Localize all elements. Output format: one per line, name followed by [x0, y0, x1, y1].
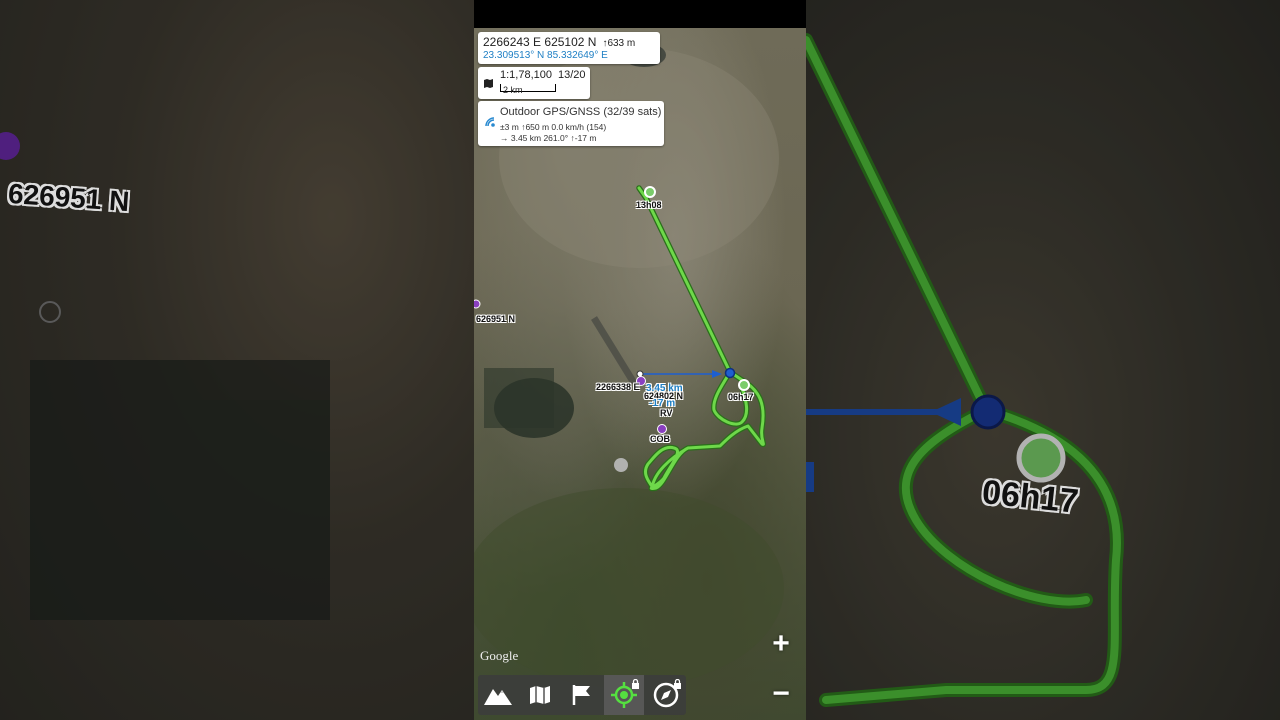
coordinates-panel[interactable]: 2266243 E 625102 N ↑633 m 23.309513° N 85… [478, 32, 660, 64]
gps-target-line: → 3.45 km 261.0° ↑-17 m [500, 133, 597, 143]
poi-rv-label: RV [660, 408, 673, 418]
zoom-out-button[interactable]: − [764, 679, 798, 709]
cursor-crosshair [636, 370, 644, 378]
scale-panel[interactable]: 1:1,78,100 13/20 2 km [478, 67, 590, 99]
flag-icon [572, 685, 590, 705]
gps-title: Outdoor GPS/GNSS (32/39 sats) [500, 106, 662, 118]
lock-icon [673, 676, 682, 694]
waypoint-north-label: 626951 N [476, 314, 516, 324]
gps-status-panel[interactable]: Outdoor GPS/GNSS (32/39 sats) ±3 m ↑650 … [478, 101, 664, 146]
zoom-level: 13/20 [558, 69, 586, 81]
map-scale-icon [483, 76, 494, 94]
distance-label: 3.45 km [646, 383, 683, 394]
current-position-marker [724, 367, 736, 379]
track-end-marker[interactable] [738, 379, 750, 391]
terrain-icon [484, 689, 512, 705]
cursor-east-label: 2266338 E [596, 382, 640, 392]
google-attribution: Google [480, 648, 519, 663]
terrain-button[interactable] [478, 675, 518, 715]
altitude-value: ↑633 m [602, 38, 636, 49]
track-end-time-label: 06h17 [728, 392, 754, 402]
zoom-in-button[interactable]: + [764, 629, 798, 659]
phone-screen: 13h08 06h17 626951 N 2266338 E 624802 N … [474, 0, 806, 720]
airport-runway [591, 316, 637, 385]
map-layers-button[interactable] [520, 675, 560, 715]
satellite-signal-icon [484, 115, 496, 133]
gps-accuracy-line: ±3 m ↑650 m 0.0 km/h (154) [500, 122, 607, 132]
bottom-toolbar [478, 675, 686, 715]
map-icon [530, 686, 550, 704]
location-dot [614, 458, 628, 472]
compass-button[interactable] [646, 675, 686, 715]
blurred-background-left: 626951 N [0, 0, 474, 720]
blurred-background-right: 06h17 [806, 0, 1280, 720]
latlon-coordinates: 23.309513° N 85.332649° E [483, 50, 608, 61]
waypoint-cob-marker[interactable] [657, 424, 667, 434]
poi-cob-label: COB [650, 434, 670, 444]
satellite-map[interactable]: 13h08 06h17 626951 N 2266338 E 624802 N … [474, 28, 806, 720]
grid-coordinates: 2266243 E 625102 N [483, 35, 597, 49]
waypoint-north-marker[interactable] [474, 299, 481, 309]
gps-locate-button[interactable] [604, 675, 644, 715]
map-scale-ratio: 1:1,78,100 [500, 69, 552, 81]
track-start-marker[interactable] [644, 186, 656, 198]
lock-icon [631, 676, 640, 694]
track-start-time-label: 13h08 [636, 200, 662, 210]
waypoint-flag-button[interactable] [562, 675, 602, 715]
scale-bar-label: 2 km [503, 85, 523, 95]
